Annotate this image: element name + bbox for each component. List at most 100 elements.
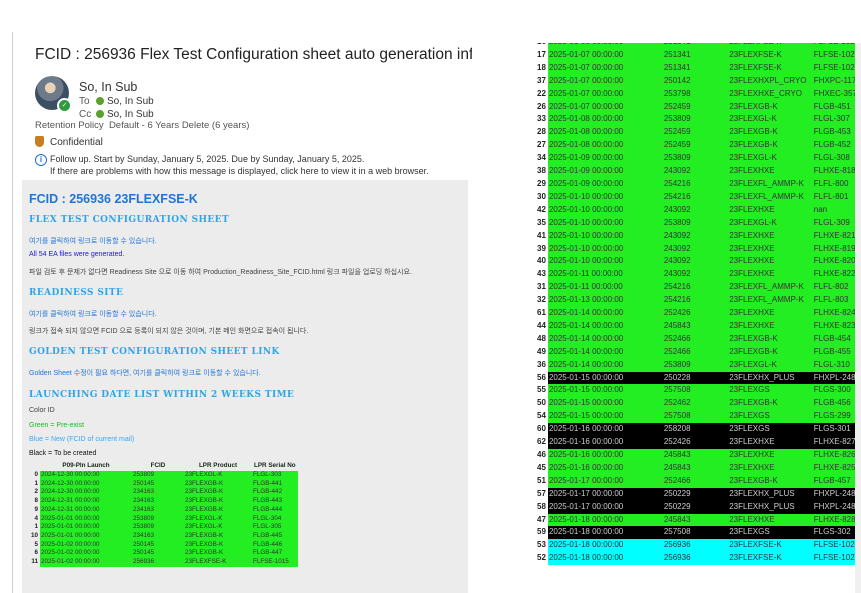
- pane-divider: [12, 32, 13, 593]
- launch-table: P09-Pln Launch FCID LPR Product LPR Seri…: [30, 460, 298, 567]
- row-index: 55: [529, 384, 548, 398]
- color-id-label: Color ID: [29, 407, 55, 414]
- row-index: 56: [529, 371, 548, 385]
- serial-cell: FLGL-308: [812, 152, 861, 166]
- serial-cell: FLGB-455: [812, 345, 861, 359]
- table-row: 9 2024-12-31 00:00:00 234163 23FLEXGB-K FLGB…: [30, 505, 298, 515]
- fcid-cell: 254216: [662, 281, 729, 295]
- product-cell: 23FLEXGB-K: [728, 345, 813, 359]
- fcid-cell: 243092: [662, 268, 729, 282]
- table-row: 5 2025-01-02 00:00:00 250145 23FLEXGB-K FLGB…: [30, 540, 298, 550]
- serial-cell: FLGL-304: [252, 514, 298, 524]
- readiness-site-link[interactable]: 여기를 클릭하여 링크로 이동할 수 있습니다.: [29, 309, 157, 319]
- launch-date-cell: 2025-01-08 00:00:00: [547, 139, 663, 153]
- product-cell: 23FLEXGS: [728, 410, 813, 424]
- serial-cell: FLFL-801: [812, 190, 861, 204]
- row-index: 46: [529, 449, 548, 462]
- row-index: 29: [529, 177, 548, 191]
- serial-cell: FLGB-446: [252, 540, 298, 550]
- product-cell: 23FLEXGB-K: [728, 100, 813, 114]
- row-index: 2: [34, 488, 39, 496]
- launch-date-cell: 2025-01-10 00:00:00: [547, 190, 663, 204]
- table-row: 8 2024-12-31 00:00:00 234163 23FLEXGB-K FLGB…: [30, 497, 298, 506]
- serial-cell: FLHXE-818: [812, 165, 861, 178]
- files-generated-text: All 54 EA files were generated.: [29, 251, 125, 258]
- serial-cell: FLGB-451: [812, 100, 861, 114]
- fcid-cell: 254216: [662, 190, 729, 204]
- fcid-cell: 234163: [132, 488, 185, 498]
- cc-recipient[interactable]: So, In Sub: [107, 109, 154, 120]
- sensitivity-label: Confidential: [35, 136, 103, 148]
- product-cell: 23FLEXGS: [728, 384, 813, 398]
- table-row: 27 2025-01-08 00:00:00 252459 23FLEXGB-K FLG…: [529, 139, 861, 153]
- fcid-cell: 250145: [132, 549, 185, 559]
- golden-sheet-link[interactable]: Golden Sheet 수정이 필요 하다면, 여기를 클릭하여 링크로 이동…: [29, 368, 261, 378]
- fcid-cell: 245843: [662, 319, 729, 333]
- row-index: 9: [34, 505, 39, 513]
- product-cell: 23FLEXFL_AMMP-K: [728, 281, 813, 295]
- serial-cell: FLGB-452: [812, 139, 861, 153]
- serial-cell: FLHXE-822: [812, 268, 861, 282]
- serial-cell: FLGS-301: [812, 423, 861, 437]
- row-index: 10: [31, 531, 39, 539]
- table-header: FCID: [150, 462, 166, 469]
- row-index: 42: [529, 203, 548, 217]
- row-index: 22: [529, 87, 548, 101]
- serial-cell: FLGL-310: [812, 358, 861, 372]
- serial-cell: FLHXE-819: [812, 242, 861, 256]
- table-row: 62 2025-01-16 00:00:00 252426 23FLEXHXE FLHX…: [529, 436, 861, 449]
- to-label: To: [79, 96, 90, 107]
- fcid-cell: 258208: [662, 423, 729, 437]
- table-row: 59 2025-01-18 00:00:00 257508 23FLEXGS FLGS-…: [529, 526, 861, 540]
- serial-cell: nan: [812, 203, 861, 217]
- serial-cell: FLGB-442: [252, 488, 298, 498]
- fcid-cell: 251341: [662, 48, 729, 62]
- product-cell: 23FLEXHXE: [728, 307, 813, 320]
- table-row: 60 2025-01-16 00:00:00 258208 23FLEXGS FLGS-…: [529, 423, 861, 437]
- fcid-cell: 257508: [662, 526, 729, 540]
- product-cell: 23FLEXGS: [728, 526, 813, 540]
- table-row: 61 2025-01-14 00:00:00 252426 23FLEXHXE FLHX…: [529, 307, 861, 320]
- table-row: 39 2025-01-10 00:00:00 243092 23FLEXHXE FLHX…: [529, 242, 861, 256]
- launch-date-cell: 2025-01-14 00:00:00: [547, 345, 663, 359]
- product-cell: 23FLEXGB-K: [184, 497, 253, 506]
- product-cell: 23FLEXHXE: [728, 165, 813, 178]
- table-row: 51 2025-01-17 00:00:00 252466 23FLEXGB-K FLG…: [529, 474, 861, 488]
- row-index: 49: [529, 345, 548, 359]
- launch-date-cell: 2025-01-16 00:00:00: [547, 423, 663, 437]
- sender-name[interactable]: So, In Sub: [79, 80, 137, 94]
- launch-date-cell: 2025-01-09 00:00:00: [547, 165, 663, 178]
- scrollbar[interactable]: [855, 43, 861, 593]
- row-index: 45: [529, 461, 548, 475]
- serial-cell: FLGL-303: [252, 471, 298, 480]
- row-index: 38: [529, 165, 548, 178]
- product-cell: 23FLEXFL_AMMP-K: [728, 190, 813, 204]
- avatar[interactable]: ✓: [35, 76, 72, 113]
- row-index: 50: [529, 397, 548, 411]
- display-problem-link[interactable]: If there are problems with how this mess…: [35, 166, 429, 177]
- to-recipient[interactable]: So, In Sub: [107, 96, 154, 107]
- launch-date-cell: 2025-01-08 00:00:00: [547, 113, 663, 127]
- flex-sheet-link[interactable]: 여기를 클릭하여 링크로 이동할 수 있습니다.: [29, 236, 157, 246]
- row-index: 8: [34, 497, 39, 505]
- launch-date-cell: 2024-12-31 00:00:00: [40, 505, 133, 515]
- fcid-cell: 250229: [662, 487, 729, 501]
- serial-cell: FLFSE-1015: [252, 558, 298, 567]
- table-row: 26 2025-01-07 00:00:00 252459 23FLEXGB-K FLG…: [529, 100, 861, 114]
- serial-cell: FLGS-302: [812, 526, 861, 540]
- fcid-cell: 257508: [662, 410, 729, 424]
- row-index: 59: [529, 526, 548, 540]
- row-index: 30: [529, 190, 548, 204]
- table-row: 33 2025-01-08 00:00:00 253809 23FLEXGL-K FLG…: [529, 113, 861, 127]
- serial-cell: FLGB-457: [812, 474, 861, 488]
- table-row: 42 2025-01-10 00:00:00 243092 23FLEXHXE nan: [529, 203, 861, 217]
- product-cell: 23FLEXHX_PLUS: [728, 487, 813, 501]
- product-cell: 23FLEXFL_AMMP-K: [728, 177, 813, 191]
- row-index: 47: [529, 513, 548, 527]
- fcid-cell: 252459: [662, 100, 729, 114]
- product-cell: 23FLEXHXE: [728, 319, 813, 333]
- row-index: 1: [34, 479, 39, 487]
- product-cell: 23FLEXHXE: [728, 255, 813, 269]
- row-index: 5: [34, 540, 39, 548]
- table-row: 34 2025-01-09 00:00:00 253809 23FLEXGL-K FLG…: [529, 152, 861, 166]
